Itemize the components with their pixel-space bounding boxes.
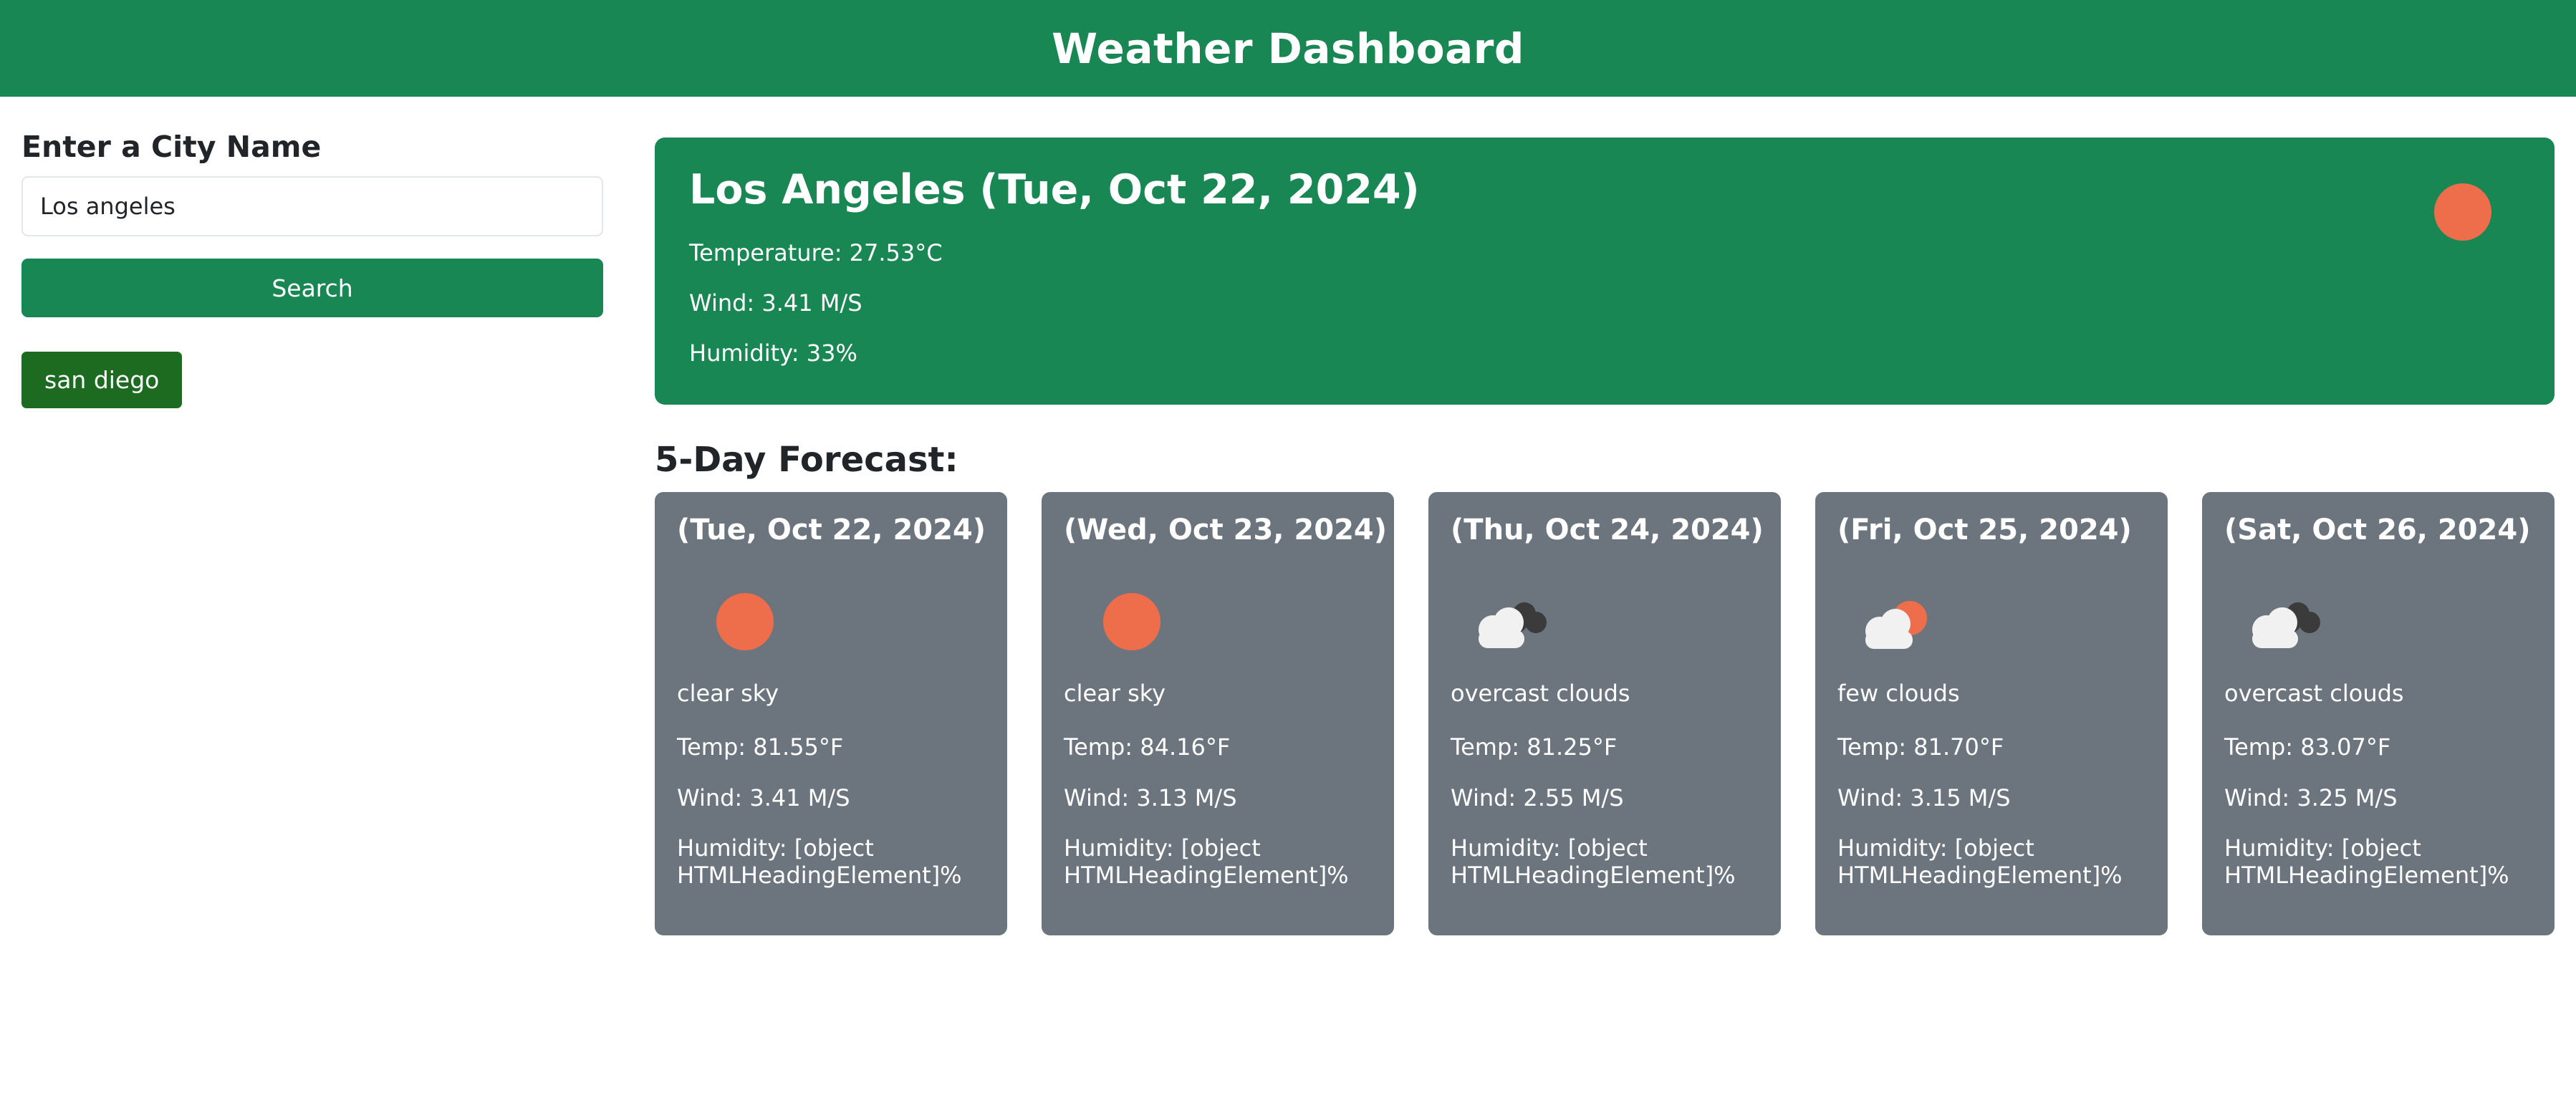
current-city-title: Los Angeles (Tue, Oct 22, 2024) <box>689 166 1420 213</box>
forecast-wind: Wind: 3.15 M/S <box>1837 784 2011 811</box>
forecast-description: overcast clouds <box>1451 680 1630 707</box>
forecast-description: few clouds <box>1837 680 1960 707</box>
city-search-input[interactable] <box>21 176 603 236</box>
sun-icon <box>716 593 774 650</box>
forecast-card: (Fri, Oct 25, 2024) few clouds Temp: 81.… <box>1815 492 2168 935</box>
forecast-card: (Tue, Oct 22, 2024) clear sky Temp: 81.5… <box>655 492 1007 935</box>
current-wind: Wind: 3.41 M/S <box>689 289 862 317</box>
forecast-temp: Temp: 81.70°F <box>1837 733 2004 761</box>
overcast-clouds-icon <box>1479 602 1547 648</box>
current-temperature: Temperature: 27.53°C <box>689 239 943 266</box>
forecast-humidity: Humidity: [object HTMLHeadingElement]% <box>1451 834 1736 889</box>
few-clouds-icon <box>1865 601 1927 649</box>
forecast-temp: Temp: 81.25°F <box>1451 733 1618 761</box>
sidebar: Enter a City Name Search san diego <box>21 127 603 408</box>
forecast-date: (Tue, Oct 22, 2024) <box>677 514 986 546</box>
history-button-san-diego[interactable]: san diego <box>21 352 183 408</box>
forecast-date: (Fri, Oct 25, 2024) <box>1837 514 2132 546</box>
current-weather-card: Los Angeles (Tue, Oct 22, 2024) Temperat… <box>655 138 2555 405</box>
forecast-heading: 5-Day Forecast: <box>655 440 958 480</box>
forecast-humidity: Humidity: [object HTMLHeadingElement]% <box>677 834 962 889</box>
forecast-description: clear sky <box>1064 680 1166 707</box>
app-header: Weather Dashboard <box>0 0 2576 97</box>
page-title: Weather Dashboard <box>1052 24 1524 73</box>
forecast-date: (Sat, Oct 26, 2024) <box>2224 514 2531 546</box>
overcast-clouds-icon <box>2252 602 2320 648</box>
sun-icon <box>1103 593 1160 650</box>
forecast-temp: Temp: 84.16°F <box>1064 733 1231 761</box>
current-humidity: Humidity: 33% <box>689 339 857 367</box>
forecast-temp: Temp: 83.07°F <box>2224 733 2391 761</box>
forecast-date: (Wed, Oct 23, 2024) <box>1064 514 1388 546</box>
forecast-card: (Wed, Oct 23, 2024) clear sky Temp: 84.1… <box>1042 492 1394 935</box>
forecast-wind: Wind: 2.55 M/S <box>1451 784 1624 811</box>
forecast-humidity: Humidity: [object HTMLHeadingElement]% <box>1064 834 1349 889</box>
search-button[interactable]: Search <box>21 259 603 317</box>
forecast-date: (Thu, Oct 24, 2024) <box>1451 514 1764 546</box>
forecast-temp: Temp: 81.55°F <box>677 733 844 761</box>
forecast-wind: Wind: 3.41 M/S <box>677 784 850 811</box>
forecast-wind: Wind: 3.25 M/S <box>2224 784 2398 811</box>
forecast-wind: Wind: 3.13 M/S <box>1064 784 1237 811</box>
forecast-card: (Thu, Oct 24, 2024) overcast clouds Temp… <box>1428 492 1781 935</box>
forecast-card: (Sat, Oct 26, 2024) overcast clouds Temp… <box>2202 492 2555 935</box>
forecast-humidity: Humidity: [object HTMLHeadingElement]% <box>2224 834 2509 889</box>
sun-icon <box>2434 183 2491 241</box>
forecast-description: overcast clouds <box>2224 680 2404 707</box>
forecast-description: clear sky <box>677 680 779 707</box>
forecast-cards: (Tue, Oct 22, 2024) clear sky Temp: 81.5… <box>655 492 2555 935</box>
city-input-label: Enter a City Name <box>21 130 322 164</box>
forecast-humidity: Humidity: [object HTMLHeadingElement]% <box>1837 834 2123 889</box>
